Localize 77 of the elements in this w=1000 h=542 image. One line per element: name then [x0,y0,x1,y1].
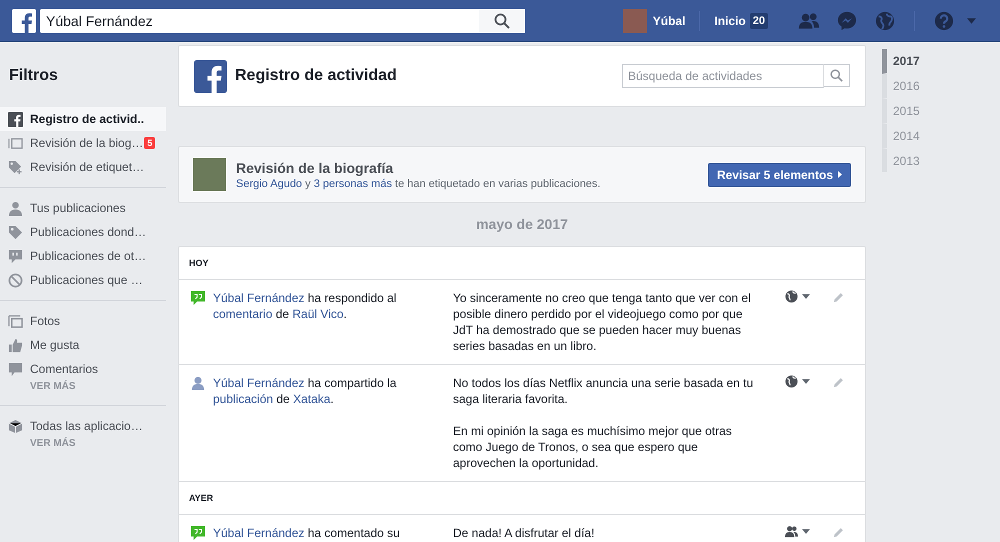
review-description: Sergio Agudo y 3 personas más te han etiquetado en varias publicaciones. [236,178,602,190]
pencil-icon[interactable] [833,377,844,388]
pencil-icon[interactable] [833,292,844,303]
activity-text: Yúbal Fernández ha respondido al comentario de Raül Vico. [213,290,398,322]
search-button[interactable] [479,8,525,32]
day-label: HOY [189,258,209,268]
search-icon [494,12,510,28]
help-icon[interactable] [933,10,955,30]
notification-badge: 5 [144,137,156,149]
caret-icon [802,529,810,534]
tag-plus-icon [8,160,23,174]
review-button[interactable]: Revisar 5 elementos [708,162,851,186]
link[interactable]: Raül Vico [292,307,344,321]
logo-icon [194,60,227,92]
quote-bubble-icon [8,248,23,264]
link[interactable]: publicación [213,392,274,406]
thumbs-up-icon [8,338,23,352]
globe-icon [785,290,798,303]
caret-icon[interactable] [967,18,976,24]
post-text: De nada! A disfrutar el día! [453,525,596,541]
activity-text: Yúbal Fernández ha compartido la publicación de Xataka. [213,375,398,407]
photos-icon [8,314,23,328]
window-icon [8,136,23,150]
activity-text: Yúbal Fernández ha comentado su [213,525,401,541]
link[interactable]: comentario [213,307,272,321]
sidebar-item[interactable]: Fotos [0,309,166,333]
sidebar-item[interactable]: Registro de activid.. [0,107,166,131]
post-text: En mi opinión la saga es muchísimo mejor que otras como Juego de Tronos, o sea que espero que aprovechen la oportunidad. [453,423,733,471]
sidebar-item[interactable]: Comentarios [0,357,166,381]
tag-icon [8,224,23,240]
notification-count: 20 [750,12,768,28]
caret-icon [802,379,810,384]
link[interactable]: 3 personas más [314,178,392,190]
logo-icon[interactable] [12,8,36,32]
sidebar-item[interactable]: Todas las aplicacio… [0,414,166,438]
search-field[interactable]: Yúbal Fernández [40,8,525,32]
post-text: No todos los días Netflix anuncia una serie basada en tu saga literaria favorita. [453,375,754,407]
day-label: AYER [189,493,214,503]
sidebar-item[interactable]: Revisión de etiquet… [0,155,166,179]
home-link[interactable]: Inicio [714,14,746,28]
person-icon [191,376,205,390]
link[interactable]: Sergio Agudo [236,178,302,190]
speech-bubble-icon [8,362,23,376]
person-icon [8,200,23,216]
friends-icon[interactable] [798,10,820,30]
link[interactable]: Xataka [293,392,330,406]
sidebar-item[interactable]: Tus publicaciones [0,196,166,220]
sidebar-item[interactable]: Me gusta [0,333,166,357]
page-title: Registro de actividad [235,67,398,85]
post-text: Yo sinceramente no creo que tenga tanto que ver con el posible dinero perdido por el videojuego como por que JdT ha demostrado que se pueden hacer muy buenas series basadas en un libro. [453,290,752,354]
friends-icon [785,525,798,538]
caret-icon [802,294,810,299]
caret-icon [838,171,842,178]
messenger-icon[interactable] [836,10,858,30]
link[interactable]: Yúbal Fernández [213,291,304,305]
year-tab[interactable]: 2017 [882,49,920,74]
globe-icon [785,375,798,388]
search-field[interactable]: Búsqueda de actividades [622,64,824,88]
profile-link[interactable]: Yúbal [622,8,686,32]
link[interactable]: Yúbal Fernández [213,526,304,540]
logo-icon [8,112,23,126]
sidebar-item[interactable]: Publicaciones dond… [0,220,166,244]
sidebar-item[interactable]: Publicaciones de ot… [0,244,166,268]
ban-icon [8,272,23,288]
avatar-placeholder [622,8,647,32]
globe-icon[interactable] [874,10,896,30]
search-icon[interactable] [824,64,850,87]
sidebar-item[interactable]: Revisión de la biog… 5 [0,131,166,155]
link[interactable]: Yúbal Fernández [213,376,304,390]
comment-icon [191,291,205,305]
review-title: Revisión de la biografía [236,160,394,176]
cube-icon [8,418,23,434]
photo-placeholder [193,158,226,191]
month-heading: mayo de 2017 [475,215,569,234]
sidebar-title: Filtros [8,67,59,85]
pencil-icon[interactable] [833,527,844,538]
sidebar-item[interactable]: Publicaciones que … [0,268,166,292]
